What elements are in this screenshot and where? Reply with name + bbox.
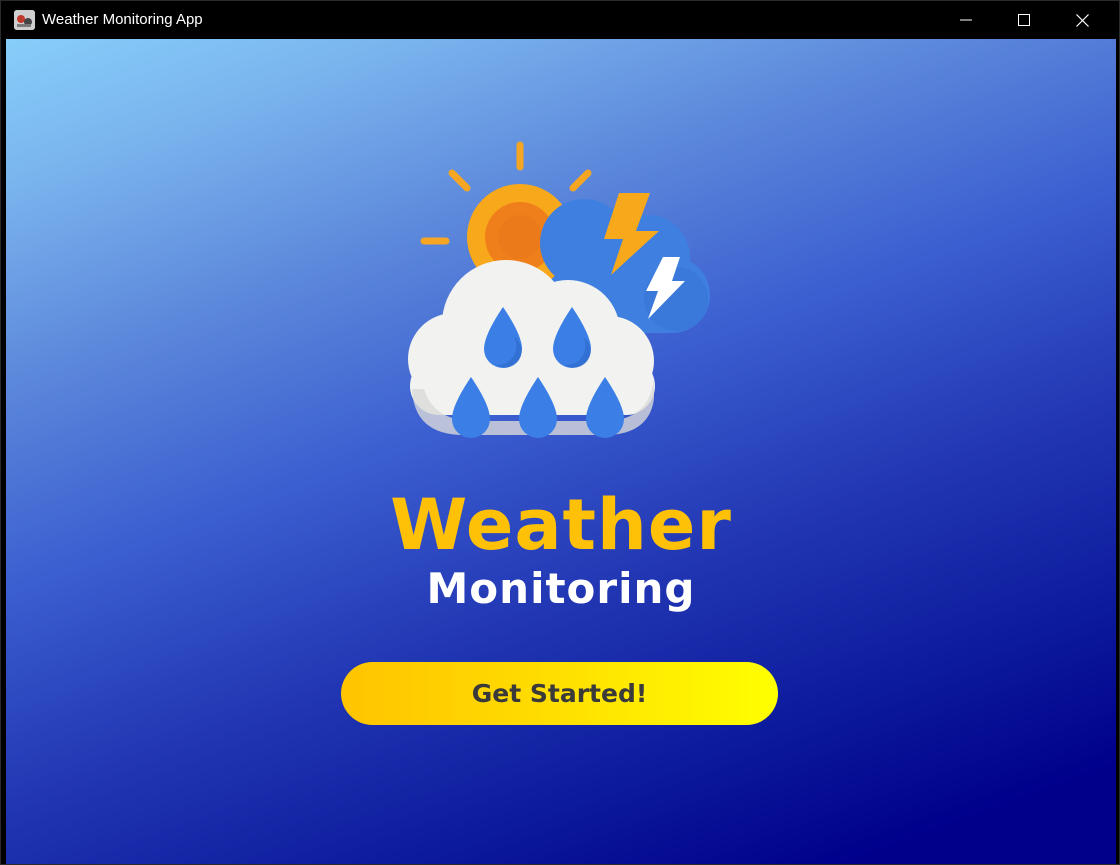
app-title: Weather [390, 484, 732, 566]
app-icon [14, 10, 35, 30]
app-subtitle: Monitoring [426, 564, 696, 613]
maximize-button[interactable] [995, 1, 1053, 39]
window-title: Weather Monitoring App [42, 11, 203, 28]
welcome-screen: Weather Monitoring Get Started! [6, 39, 1116, 864]
get-started-button[interactable]: Get Started! [341, 662, 778, 725]
title-bar[interactable]: Weather Monitoring App [1, 1, 1119, 39]
minimize-button[interactable] [937, 1, 995, 39]
maximize-icon [1018, 14, 1030, 26]
minimize-icon [960, 19, 972, 21]
weather-storm-rain-icon [404, 139, 724, 439]
app-window: Weather Monitoring App Weather Monitorin… [0, 0, 1120, 865]
close-button[interactable] [1053, 1, 1111, 39]
close-icon [1075, 13, 1089, 27]
